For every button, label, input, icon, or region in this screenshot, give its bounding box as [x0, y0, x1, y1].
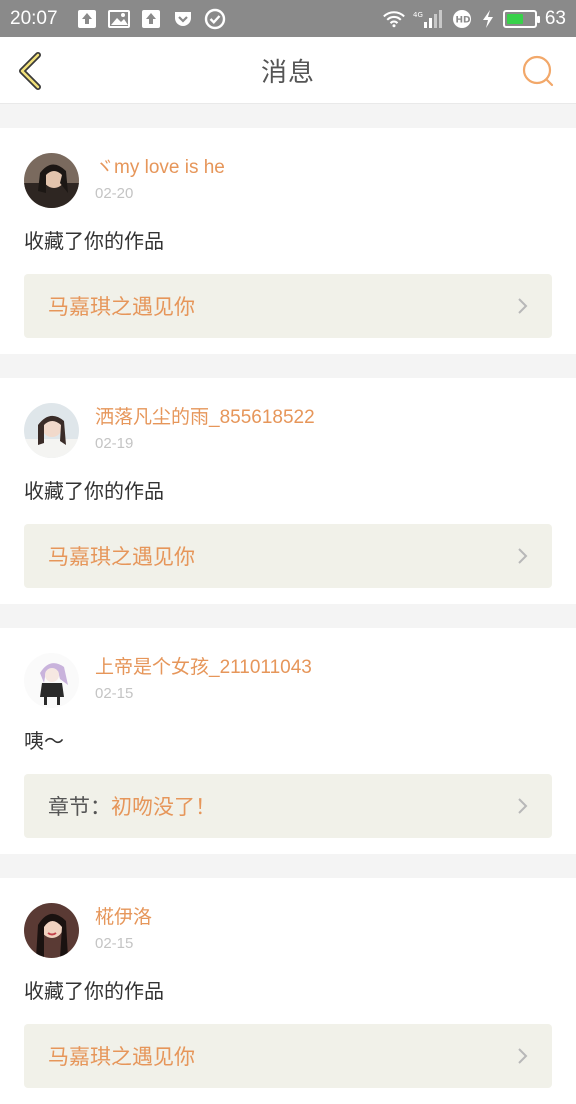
battery-icon	[502, 9, 540, 28]
message-header: 洒落凡尘的雨_855618522 02-19	[24, 402, 552, 458]
message-text: 收藏了你的作品	[24, 979, 164, 1003]
status-bar: 20:07 4G HD 63	[0, 0, 576, 37]
wifi-icon	[382, 8, 405, 30]
chevron-right-icon	[518, 1048, 528, 1064]
back-button[interactable]	[14, 49, 46, 93]
svg-text:HD: HD	[455, 15, 470, 25]
chevron-right-icon	[518, 298, 528, 314]
svg-text:4G: 4G	[413, 11, 423, 19]
nav-bar: 消息	[0, 37, 576, 104]
search-button[interactable]	[520, 53, 556, 89]
username[interactable]: ヾmy love is he	[95, 155, 225, 181]
message-card: ヾmy love is he 02-20 收藏了你的作品 马嘉琪之遇见你	[0, 128, 576, 354]
upload-notification-icon-2	[140, 8, 162, 30]
pocket-icon	[172, 8, 194, 30]
link-prefix: 章节：	[48, 795, 111, 819]
message-card: 上帝是个女孩_211011043 02-15 咦～ 章节： 初吻没了！	[0, 628, 576, 854]
work-link[interactable]: 马嘉琪之遇见你	[24, 274, 552, 338]
link-title: 马嘉琪之遇见你	[48, 1045, 195, 1069]
message-date: 02-15	[95, 935, 134, 952]
battery-percent: 63	[544, 7, 566, 29]
message-date: 02-15	[95, 685, 134, 702]
message-list: ヾmy love is he 02-20 收藏了你的作品 马嘉琪之遇见你 洒落凡	[0, 104, 576, 1104]
back-chevron-icon	[19, 52, 41, 90]
chevron-right-icon	[518, 798, 528, 814]
work-link[interactable]: 马嘉琪之遇见你	[24, 1024, 552, 1088]
message-header: 椛伊洛 02-15	[24, 902, 552, 958]
avatar[interactable]	[24, 152, 79, 208]
chevron-right-icon	[518, 548, 528, 564]
check-circle-icon	[204, 8, 226, 30]
charging-icon	[481, 8, 495, 30]
battery-fill	[506, 13, 524, 24]
username[interactable]: 椛伊洛	[95, 905, 152, 931]
message-text: 咦～	[24, 729, 64, 753]
upload-notification-icon	[76, 8, 98, 30]
signal-icon: 4G	[413, 8, 443, 30]
link-title: 马嘉琪之遇见你	[48, 545, 195, 569]
message-text: 收藏了你的作品	[24, 229, 164, 253]
message-card: 椛伊洛 02-15 收藏了你的作品 马嘉琪之遇见你	[0, 878, 576, 1104]
avatar[interactable]	[24, 652, 79, 708]
message-card: 洒落凡尘的雨_855618522 02-19 收藏了你的作品 马嘉琪之遇见你	[0, 378, 576, 604]
image-notification-icon	[107, 8, 130, 30]
page-title: 消息	[260, 57, 315, 88]
work-link[interactable]: 马嘉琪之遇见你	[24, 524, 552, 588]
username[interactable]: 洒落凡尘的雨_855618522	[95, 405, 315, 431]
chapter-link[interactable]: 章节： 初吻没了！	[24, 774, 552, 838]
hd-icon: HD	[451, 8, 473, 30]
message-header: ヾmy love is he 02-20	[24, 152, 552, 208]
search-icon	[522, 55, 554, 87]
avatar[interactable]	[24, 902, 79, 958]
username[interactable]: 上帝是个女孩_211011043	[95, 655, 312, 681]
message-header: 上帝是个女孩_211011043 02-15	[24, 652, 552, 708]
message-text: 收藏了你的作品	[24, 479, 164, 503]
avatar[interactable]	[24, 402, 79, 458]
status-time: 20:07	[10, 7, 58, 29]
link-title: 马嘉琪之遇见你	[48, 295, 195, 319]
link-title: 初吻没了！	[111, 795, 216, 819]
message-date: 02-20	[95, 185, 134, 202]
message-date: 02-19	[95, 435, 134, 452]
